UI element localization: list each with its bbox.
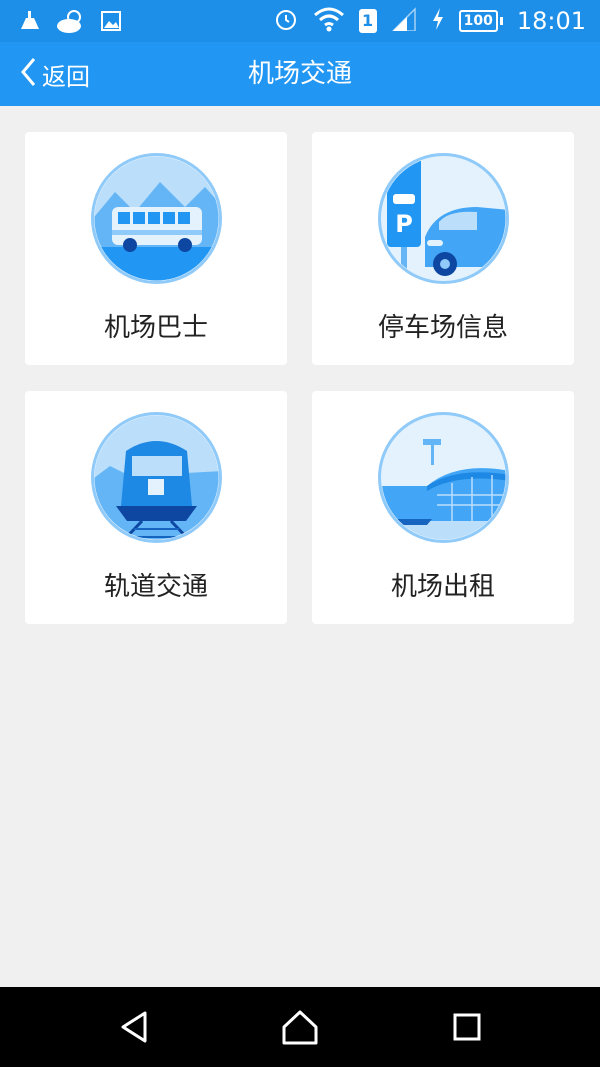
status-left-icons [18, 8, 122, 38]
tile-airport-taxi[interactable]: 机场出租 [312, 391, 574, 624]
wifi-icon [313, 6, 345, 36]
image-icon [100, 10, 122, 36]
signal-icon [390, 7, 417, 35]
tile-label: 机场出租 [390, 572, 495, 602]
tile-parking-info[interactable]: P 停车场信息 [312, 132, 574, 365]
battery-level: 100 [458, 10, 498, 32]
airport-terminal-icon [377, 411, 510, 544]
bus-icon [90, 152, 223, 285]
tile-label: 停车场信息 [377, 313, 508, 343]
train-icon [90, 411, 223, 544]
tile-airport-bus[interactable]: 机场巴士 [25, 132, 287, 365]
charging-icon [431, 7, 445, 35]
title-bar: 机场交通 返回 [0, 42, 600, 106]
status-bar: 1 100 18:01 [0, 0, 600, 42]
system-nav-bar [0, 987, 600, 1067]
recent-apps-icon[interactable] [447, 1007, 487, 1047]
status-time: 18:01 [516, 7, 586, 35]
status-right-icons: 1 100 18:01 [273, 6, 586, 36]
svg-text:P: P [395, 210, 413, 238]
tile-rail-transit[interactable]: 轨道交通 [25, 391, 287, 624]
weather-cloudy-icon [56, 8, 86, 38]
home-icon[interactable] [280, 1007, 320, 1047]
battery-icon: 100 [458, 10, 503, 32]
parking-car-icon: P [377, 152, 510, 285]
back-button[interactable]: 返回 [20, 42, 90, 106]
alarm-icon [273, 6, 299, 36]
tile-label: 机场巴士 [103, 313, 208, 343]
tile-label: 轨道交通 [103, 572, 208, 602]
page-title: 机场交通 [247, 59, 352, 89]
sim-icon: 1 [358, 9, 377, 33]
cleaner-icon [18, 9, 42, 37]
chevron-left-icon [20, 57, 36, 91]
back-label: 返回 [42, 62, 90, 91]
back-triangle-icon[interactable] [115, 1007, 155, 1047]
